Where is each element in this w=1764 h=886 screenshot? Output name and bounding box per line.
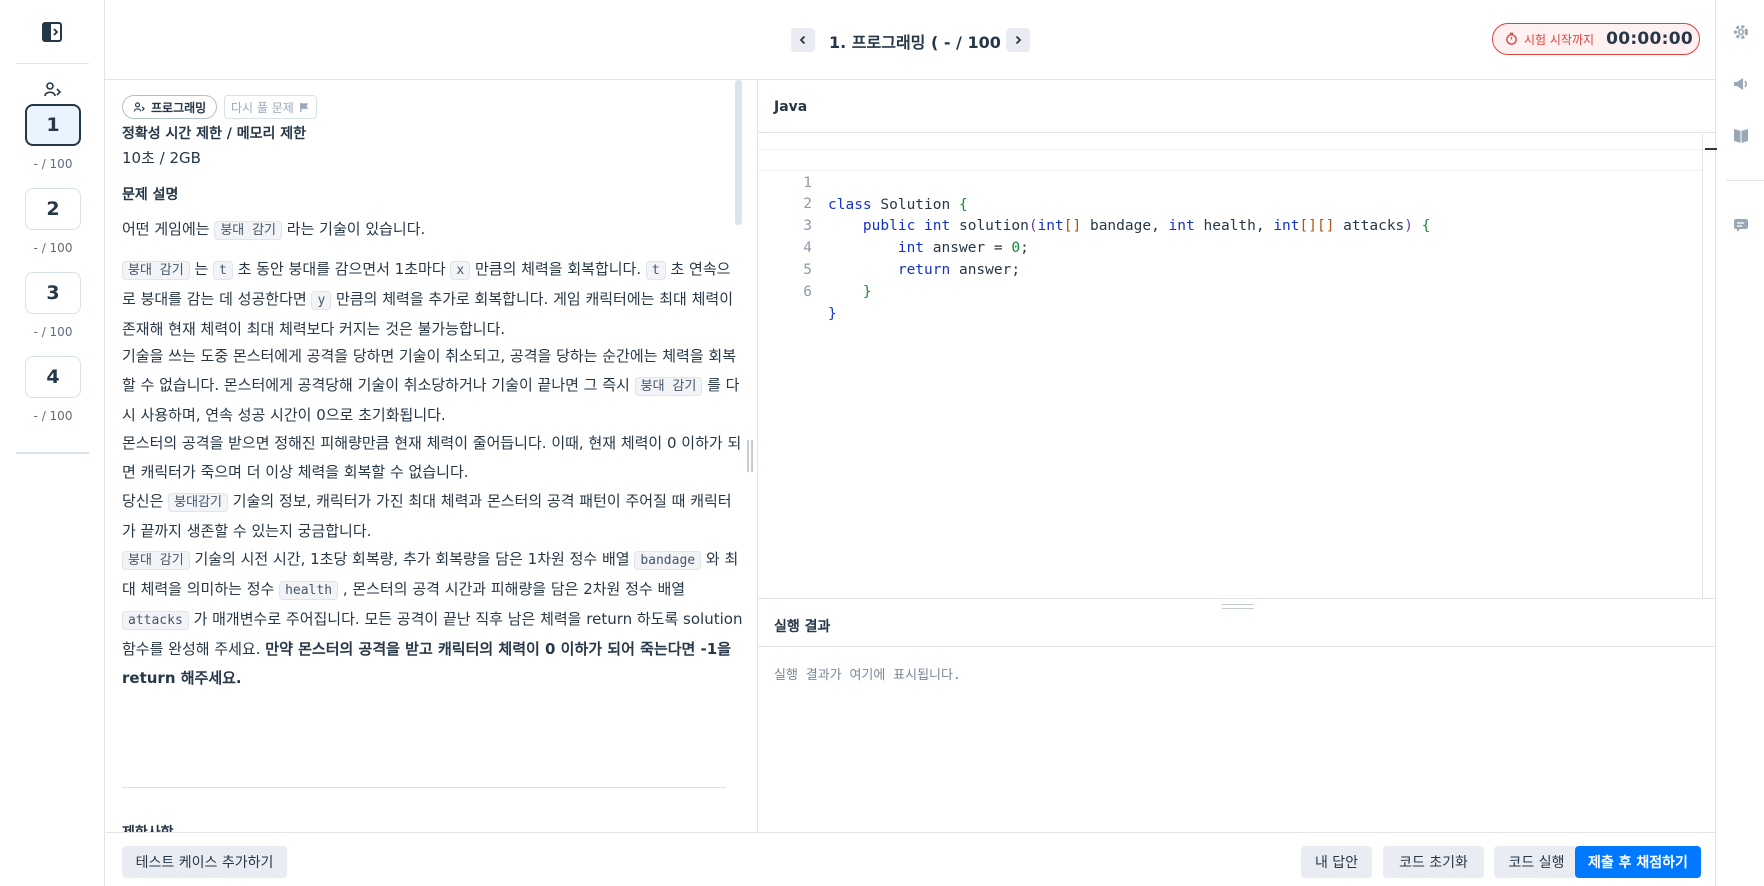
right-toolbar <box>1715 0 1764 886</box>
divider <box>758 598 1715 599</box>
question-2-score: - / 100 <box>33 241 73 255</box>
language-label: Java <box>774 99 808 115</box>
scroll-marker <box>1705 148 1717 150</box>
exam-timer: 시험 시작까지 00:00:00 <box>1492 23 1700 55</box>
paragraph-5: 당신은 붕대감기 기술의 정보, 캐릭터가 가진 최대 체력과 몬스터의 공격 … <box>122 492 732 540</box>
inline-code: attacks <box>122 611 189 630</box>
category-tag-label: 프로그래밍 <box>151 100 207 115</box>
result-resize-handle[interactable] <box>1222 604 1254 609</box>
programming-icon <box>41 79 65 101</box>
divider <box>16 452 89 454</box>
description-scrollbar[interactable] <box>735 80 742 225</box>
problem-description-panel: 프로그래밍 다시 풀 문제 정확성 시간 제한 / 메모리 제한 10초 / 2… <box>106 80 758 832</box>
paragraph-4: 몬스터의 공격을 받으면 정해진 피해량만큼 현재 체력이 줄어듭니다. 이때,… <box>122 434 742 481</box>
feedback-icon[interactable] <box>1732 216 1750 234</box>
code-text: } <box>862 284 872 300</box>
question-4-score: - / 100 <box>33 409 73 423</box>
run-code-button[interactable]: 코드 실행 <box>1494 846 1579 878</box>
limit-title: 정확성 시간 제한 / 메모리 제한 <box>122 126 307 142</box>
question-sidebar: 1 - / 100 2 - / 100 3 - / 100 4 - / 100 <box>0 0 105 886</box>
inline-code: 붕대 감기 <box>634 377 703 396</box>
flag-icon <box>299 102 310 113</box>
stopwatch-icon <box>1505 30 1518 49</box>
question-1-button[interactable]: 1 <box>25 104 81 146</box>
limit-value: 10초 / 2GB <box>122 149 201 167</box>
programming-icon <box>133 101 146 114</box>
paragraph-2: 붕대 감기 는 t 초 동안 붕대를 감으면서 1초마다 x 만큼의 체력을 회… <box>122 260 733 338</box>
code-line[interactable]: 2 public int solution(int[] bandage, int… <box>758 171 1703 234</box>
inline-code: t <box>213 261 233 280</box>
timer-value: 00:00:00 <box>1606 29 1694 49</box>
code-line[interactable]: 3 int answer = 0; <box>758 193 1703 256</box>
code-line[interactable]: 4 return answer; <box>758 215 1703 278</box>
description-title: 문제 설명 <box>122 187 179 203</box>
code-editor[interactable]: 1 class Solution { 2 public int solution… <box>758 134 1715 598</box>
question-1-score: - / 100 <box>33 157 73 171</box>
question-3-button[interactable]: 3 <box>25 272 81 314</box>
retry-flag-label: 다시 풀 문제 <box>231 100 294 115</box>
inline-code: bandage <box>634 551 702 570</box>
reset-code-button[interactable]: 코드 초기화 <box>1383 846 1484 878</box>
editor-scrollbar[interactable] <box>1702 134 1703 598</box>
editor-header: Java <box>758 80 1715 133</box>
inline-code: 붕대 감기 <box>214 221 283 240</box>
line-number: 6 <box>803 284 812 300</box>
my-answer-button[interactable]: 내 답안 <box>1301 846 1372 878</box>
constraints-title: 제한사항 <box>122 822 174 832</box>
inline-code: 붕대 감기 <box>122 551 190 570</box>
book-icon[interactable] <box>1732 127 1750 145</box>
paragraph-6: 붕대 감기 기술의 시전 시간, 1초당 회복량, 추가 회복량을 담은 1차원… <box>122 550 743 687</box>
chevron-right-icon[interactable] <box>1006 28 1030 52</box>
inline-code: health <box>279 581 339 600</box>
retry-flag-button[interactable]: 다시 풀 문제 <box>224 95 317 119</box>
result-placeholder: 실행 결과가 여기에 표시됩니다. <box>774 668 961 683</box>
result-title: 실행 결과 <box>774 619 831 635</box>
inline-code: 붕대감기 <box>168 493 229 512</box>
add-testcase-button[interactable]: 테스트 케이스 추가하기 <box>122 846 287 878</box>
inline-code: y <box>311 291 332 310</box>
question-3-score: - / 100 <box>33 325 73 339</box>
inline-code: 붕대 감기 <box>122 261 190 280</box>
gear-icon[interactable] <box>1732 23 1750 41</box>
megaphone-icon[interactable] <box>1732 75 1750 93</box>
inline-code: t <box>645 261 666 280</box>
submit-button[interactable]: 제출 후 채점하기 <box>1575 846 1701 878</box>
footer-bar: 테스트 케이스 추가하기 내 답안 코드 초기화 코드 실행 제출 후 채점하기 <box>106 832 1715 886</box>
code-text: } <box>828 306 837 322</box>
code-line[interactable]: 5 } <box>758 237 1703 300</box>
paragraph-3: 기술을 쓰는 도중 몬스터에게 공격을 당하면 기술이 취소되고, 공격을 당하… <box>122 347 740 424</box>
question-4-button[interactable]: 4 <box>25 356 81 398</box>
code-line[interactable]: 6 } <box>758 259 1703 322</box>
question-2-button[interactable]: 2 <box>25 188 81 230</box>
timer-label: 시험 시작까지 <box>1524 32 1595 47</box>
problem-title: 1. 프로그래밍 ( - / 100 ) <box>829 33 1014 52</box>
paragraph-1: 어떤 게임에는 붕대 감기 라는 기술이 있습니다. <box>122 220 426 240</box>
divider <box>122 787 726 788</box>
panel-resize-handle[interactable] <box>747 440 753 472</box>
code-line[interactable]: 1 class Solution { <box>758 149 1703 213</box>
divider <box>16 63 89 64</box>
chevron-left-icon[interactable] <box>791 28 815 52</box>
divider <box>1726 180 1764 181</box>
inline-code: x <box>450 261 471 280</box>
header-bar: 1. 프로그래밍 ( - / 100 ) 시험 시작까지 00:00:00 <box>105 0 1715 80</box>
category-tag[interactable]: 프로그래밍 <box>122 95 218 119</box>
panel-toggle-icon[interactable] <box>40 20 64 44</box>
